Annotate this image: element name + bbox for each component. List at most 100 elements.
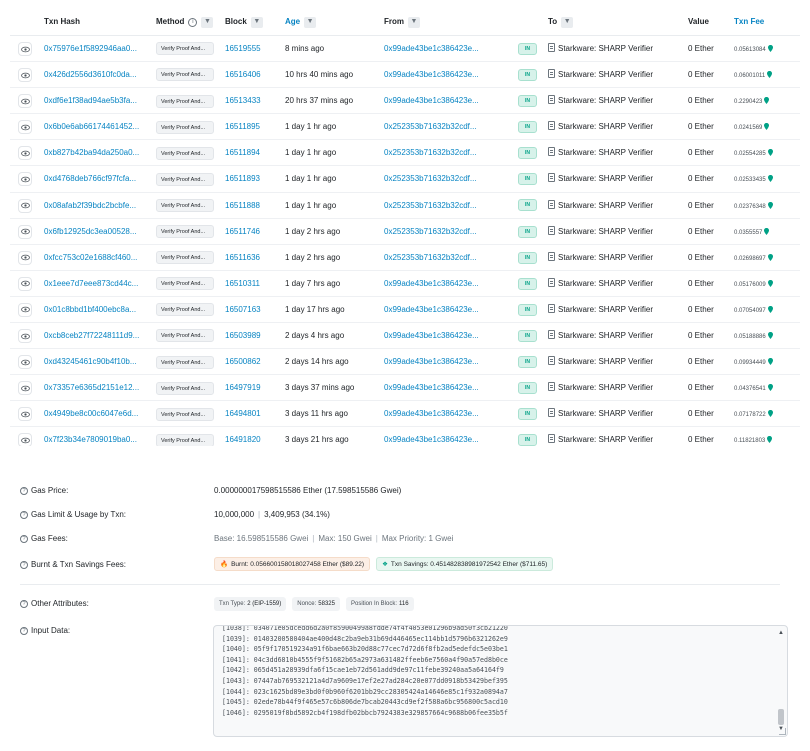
eye-icon[interactable] xyxy=(18,224,32,239)
from-address-link[interactable]: 0x99ade43be1c386423e... xyxy=(384,297,504,323)
method-badge[interactable]: Verify Proof And... xyxy=(156,277,214,291)
header-fee-toggle[interactable]: Txn Fee xyxy=(734,17,764,26)
eye-icon[interactable] xyxy=(18,302,32,317)
block-link[interactable]: 16519555 xyxy=(225,36,275,62)
txn-hash-link[interactable]: 0x01c8bbd1bf400ebc8a... xyxy=(44,297,154,323)
txn-hash-link[interactable]: 0x7f23b34e7809019ba0... xyxy=(44,427,154,446)
txn-hash-link[interactable]: 0x6b0e6ab66174461452... xyxy=(44,114,154,140)
eye-icon[interactable] xyxy=(18,276,32,291)
from-address-link[interactable]: 0x99ade43be1c386423e... xyxy=(384,271,504,297)
to-address-link[interactable]: Starkware: SHARP Verifier xyxy=(558,227,653,236)
help-icon[interactable]: ? xyxy=(20,534,28,543)
method-badge[interactable]: Verify Proof And... xyxy=(156,303,214,317)
gas-icon[interactable] xyxy=(764,123,770,131)
gas-icon[interactable] xyxy=(767,149,773,157)
eye-icon[interactable] xyxy=(18,329,32,344)
eye-icon[interactable] xyxy=(18,94,32,109)
block-link[interactable]: 16511895 xyxy=(225,114,275,140)
to-address-link[interactable]: Starkware: SHARP Verifier xyxy=(558,96,653,105)
to-address-link[interactable]: Starkware: SHARP Verifier xyxy=(558,70,653,79)
help-icon[interactable]: ? xyxy=(20,626,28,635)
eye-icon[interactable] xyxy=(18,250,32,265)
method-badge[interactable]: Verify Proof And... xyxy=(156,381,214,395)
to-address-link[interactable]: Starkware: SHARP Verifier xyxy=(558,305,653,314)
method-badge[interactable]: Verify Proof And... xyxy=(156,433,214,446)
block-link[interactable]: 16510311 xyxy=(225,271,275,297)
gas-icon[interactable] xyxy=(767,305,773,313)
header-age-toggle[interactable]: Age xyxy=(285,8,300,36)
gas-icon[interactable] xyxy=(767,358,773,366)
txn-hash-link[interactable]: 0x1eee7d7eee873cd44c... xyxy=(44,271,154,297)
scrollbar-thumb[interactable] xyxy=(778,709,784,725)
txn-hash-link[interactable]: 0x75976e1f5892946aa0... xyxy=(44,36,154,62)
input-data-scrollbar[interactable]: ▲ ▼ xyxy=(777,629,785,733)
gas-icon[interactable] xyxy=(767,175,773,183)
from-address-link[interactable]: 0x99ade43be1c386423e... xyxy=(384,88,504,114)
block-link[interactable]: 16491820 xyxy=(225,427,275,446)
txn-hash-link[interactable]: 0x4949be8c00c6047e6d... xyxy=(44,401,154,427)
from-address-link[interactable]: 0x252353b71632b32cdf... xyxy=(384,114,504,140)
help-icon[interactable]: ? xyxy=(20,599,28,608)
filter-icon[interactable]: ▼ xyxy=(304,16,317,28)
method-badge[interactable]: Verify Proof And... xyxy=(156,94,214,108)
to-address-link[interactable]: Starkware: SHARP Verifier xyxy=(558,201,653,210)
method-badge[interactable]: Verify Proof And... xyxy=(156,355,214,369)
from-address-link[interactable]: 0x99ade43be1c386423e... xyxy=(384,36,504,62)
txn-hash-link[interactable]: 0xb827b42ba94da250a0... xyxy=(44,140,154,166)
to-address-link[interactable]: Starkware: SHARP Verifier xyxy=(558,279,653,288)
from-address-link[interactable]: 0x99ade43be1c386423e... xyxy=(384,349,504,375)
eye-icon[interactable] xyxy=(18,433,32,446)
gas-icon[interactable] xyxy=(767,410,773,418)
method-badge[interactable]: Verify Proof And... xyxy=(156,68,214,82)
block-link[interactable]: 16511636 xyxy=(225,245,275,271)
to-address-link[interactable]: Starkware: SHARP Verifier xyxy=(558,44,653,53)
input-data-textarea[interactable]: [1038]: 034071e05dcedd6d2a0f85900499a8fd… xyxy=(213,625,788,737)
block-link[interactable]: 16500862 xyxy=(225,349,275,375)
block-link[interactable]: 16511893 xyxy=(225,166,275,192)
gas-icon[interactable] xyxy=(764,227,770,235)
from-address-link[interactable]: 0x252353b71632b32cdf... xyxy=(384,219,504,245)
help-icon[interactable]: ? xyxy=(20,486,28,495)
to-address-link[interactable]: Starkware: SHARP Verifier xyxy=(558,435,653,444)
from-address-link[interactable]: 0x252353b71632b32cdf... xyxy=(384,245,504,271)
filter-icon[interactable]: ▼ xyxy=(408,16,420,28)
eye-icon[interactable] xyxy=(18,381,32,396)
eye-icon[interactable] xyxy=(18,198,32,213)
gas-icon[interactable] xyxy=(767,201,773,209)
to-address-link[interactable]: Starkware: SHARP Verifier xyxy=(558,253,653,262)
block-link[interactable]: 16507163 xyxy=(225,297,275,323)
to-address-link[interactable]: Starkware: SHARP Verifier xyxy=(558,174,653,183)
filter-icon[interactable]: ▼ xyxy=(250,16,263,28)
filter-icon[interactable]: ▼ xyxy=(561,16,574,28)
block-link[interactable]: 16513433 xyxy=(225,88,275,114)
block-link[interactable]: 16494801 xyxy=(225,401,275,427)
to-address-link[interactable]: Starkware: SHARP Verifier xyxy=(558,331,653,340)
method-badge[interactable]: Verify Proof And... xyxy=(156,172,214,186)
from-address-link[interactable]: 0x99ade43be1c386423e... xyxy=(384,323,504,349)
block-link[interactable]: 16511746 xyxy=(225,219,275,245)
scroll-up-icon[interactable]: ▲ xyxy=(777,629,785,637)
block-link[interactable]: 16511894 xyxy=(225,140,275,166)
eye-icon[interactable] xyxy=(18,146,32,161)
method-badge[interactable]: Verify Proof And... xyxy=(156,225,214,239)
txn-hash-link[interactable]: 0xcb8ceb27f72248111d9... xyxy=(44,323,154,349)
from-address-link[interactable]: 0x99ade43be1c386423e... xyxy=(384,401,504,427)
method-badge[interactable]: Verify Proof And... xyxy=(156,146,214,160)
help-icon[interactable]: ? xyxy=(20,560,28,569)
txn-hash-link[interactable]: 0x08afab2f39bdc2bcbfe... xyxy=(44,193,154,219)
method-badge[interactable]: Verify Proof And... xyxy=(156,120,214,134)
gas-icon[interactable] xyxy=(767,45,773,52)
block-link[interactable]: 16497919 xyxy=(225,375,275,401)
eye-icon[interactable] xyxy=(18,407,32,422)
txn-hash-link[interactable]: 0xd4768deb766cf97fcfa... xyxy=(44,166,154,192)
eye-icon[interactable] xyxy=(18,172,32,187)
to-address-link[interactable]: Starkware: SHARP Verifier xyxy=(558,148,653,157)
txn-hash-link[interactable]: 0xdf6e1f38ad94ae5b3fa... xyxy=(44,88,154,114)
from-address-link[interactable]: 0x252353b71632b32cdf... xyxy=(384,193,504,219)
gas-icon[interactable] xyxy=(767,71,773,79)
method-badge[interactable]: Verify Proof And... xyxy=(156,251,214,265)
gas-icon[interactable] xyxy=(767,332,773,340)
method-badge[interactable]: Verify Proof And... xyxy=(156,329,214,343)
to-address-link[interactable]: Starkware: SHARP Verifier xyxy=(558,409,653,418)
from-address-link[interactable]: 0x99ade43be1c386423e... xyxy=(384,62,504,88)
